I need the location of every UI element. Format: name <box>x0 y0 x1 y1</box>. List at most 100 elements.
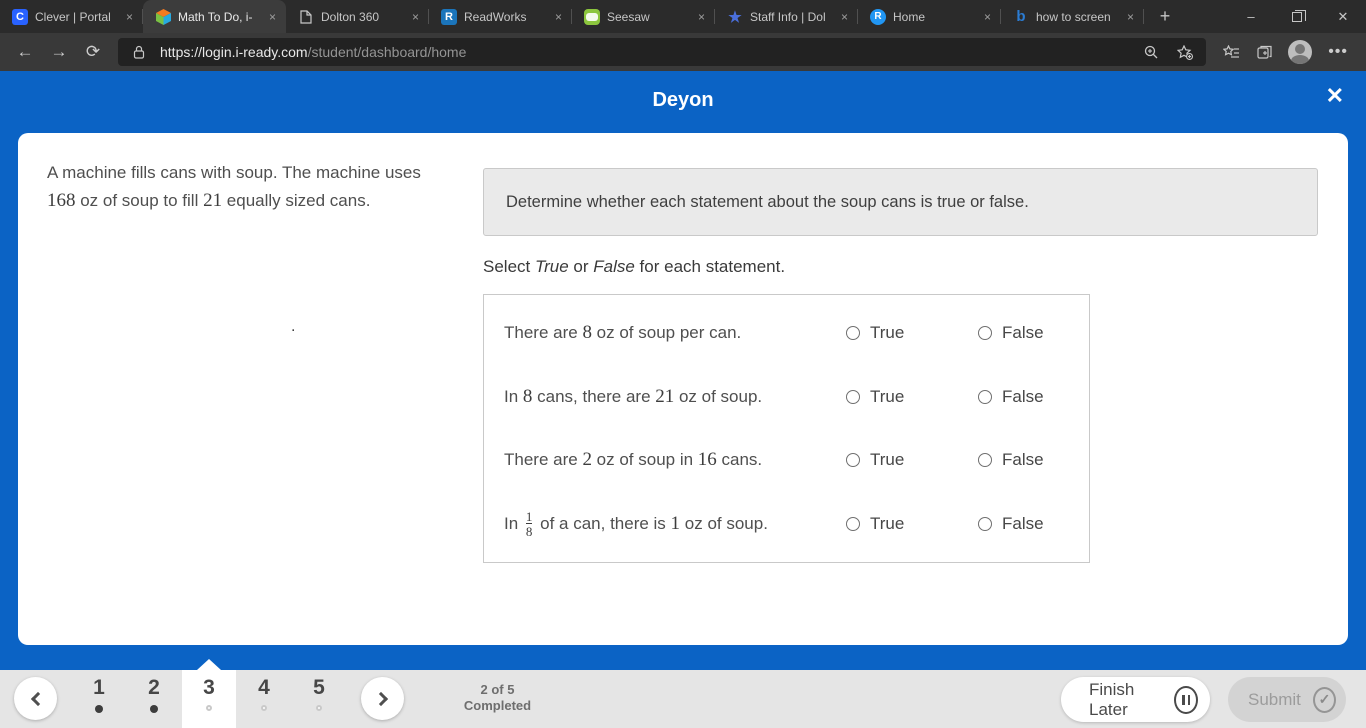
browser-tab-bar: C Clever | Portal × Math To Do, i- × Dol… <box>0 0 1366 33</box>
tab-how-to-screen[interactable]: b how to screen × <box>1001 0 1144 33</box>
open-dot-icon <box>206 705 212 711</box>
select-instruction: Select True or False for each statement. <box>483 257 786 276</box>
address-bar[interactable]: https://login.i-ready.com/student/dashbo… <box>118 38 1207 66</box>
true-label: True <box>870 450 905 470</box>
true-label: True <box>870 386 905 406</box>
open-dot-icon <box>261 705 267 711</box>
favorites-icon[interactable] <box>1216 37 1246 67</box>
tab-home[interactable]: R Home × <box>858 0 1001 33</box>
false-label: False <box>1002 450 1044 470</box>
iready-cube-favicon-icon <box>155 8 171 25</box>
add-favorite-icon[interactable] <box>1172 39 1198 65</box>
stray-period: . <box>291 318 296 335</box>
finish-later-button[interactable]: Finish Later <box>1061 677 1210 722</box>
progress-status: 2 of 5 Completed <box>463 682 532 713</box>
radio-true-row-4[interactable] <box>846 517 860 532</box>
tab-title: ReadWorks <box>464 9 527 24</box>
refresh-button[interactable]: ⟳ <box>78 37 108 67</box>
statement-row-1: There are 8 oz of soup per can. True Fal… <box>484 313 1089 353</box>
forward-button[interactable]: → <box>44 37 74 67</box>
tab-close-icon[interactable]: × <box>696 10 707 24</box>
fraction: 18 <box>525 509 533 540</box>
tab-close-icon[interactable]: × <box>982 10 993 24</box>
tab-title: Home <box>893 9 926 24</box>
question-card: A machine fills cans with soup. The mach… <box>18 133 1348 645</box>
tab-title: Clever | Portal <box>35 9 111 24</box>
pause-icon <box>1174 685 1198 714</box>
seesaw-favicon-icon <box>584 8 600 25</box>
tab-readworks[interactable]: R ReadWorks × <box>429 0 572 33</box>
url-text[interactable]: https://login.i-ready.com/student/dashbo… <box>160 44 1130 60</box>
collections-icon[interactable] <box>1250 37 1280 67</box>
math-number: 2 <box>582 449 592 471</box>
false-label: False <box>1002 386 1044 406</box>
zoom-icon[interactable] <box>1138 39 1164 65</box>
lesson-page: Deyon ✕ A machine fills cans with soup. … <box>0 71 1366 728</box>
clever-favicon-icon: C <box>12 8 28 25</box>
tab-math-to-do[interactable]: Math To Do, i- × <box>143 0 286 33</box>
math-number: 21 <box>655 385 675 407</box>
radio-false-row-1[interactable] <box>978 325 992 340</box>
problem-text: A machine fills cans with soup. The mach… <box>47 163 421 211</box>
minimize-button[interactable]: – <box>1228 0 1274 33</box>
chevron-right-icon <box>373 691 388 706</box>
back-button[interactable]: ← <box>10 37 40 67</box>
tab-seesaw[interactable]: Seesaw × <box>572 0 715 33</box>
question-dot-3-current[interactable]: 3 <box>182 670 236 728</box>
lock-icon <box>126 39 152 65</box>
statement-row-3: There are 2 oz of soup in 16 cans. True … <box>484 440 1089 480</box>
url-path: /student/dashboard/home <box>307 44 467 60</box>
new-tab-button[interactable]: + <box>1150 0 1180 33</box>
radio-true-row-2[interactable] <box>846 389 860 404</box>
tab-title: Staff Info | Dol <box>750 9 826 24</box>
radio-true-row-1[interactable] <box>846 325 860 340</box>
math-number: 8 <box>522 385 533 407</box>
tab-close-icon[interactable]: × <box>1125 10 1136 24</box>
radio-false-row-2[interactable] <box>978 389 992 404</box>
question-dot-4[interactable]: 4 <box>237 670 291 728</box>
student-name-title: Deyon <box>652 89 714 111</box>
math-number: 8 <box>582 321 592 343</box>
radio-true-row-3[interactable] <box>846 453 860 468</box>
tab-title: how to screen <box>1036 9 1111 24</box>
completed-dot-icon <box>95 705 103 713</box>
document-favicon-icon <box>298 9 314 25</box>
tab-dolton-360[interactable]: Dolton 360 × <box>286 0 429 33</box>
math-number: 21 <box>203 190 223 211</box>
tab-close-icon[interactable]: × <box>839 10 850 24</box>
question-dot-2[interactable]: 2 <box>127 670 181 728</box>
prev-question-button[interactable] <box>14 677 57 720</box>
profile-avatar[interactable] <box>1288 40 1313 64</box>
bing-favicon-icon: b <box>1016 8 1026 25</box>
question-dot-5[interactable]: 5 <box>292 670 346 728</box>
close-lesson-icon[interactable]: ✕ <box>1326 83 1344 109</box>
math-number: 16 <box>697 449 717 471</box>
statement-row-4: In 18 of a can, there is 1 oz of soup. T… <box>484 504 1089 544</box>
tab-close-icon[interactable]: × <box>553 10 564 24</box>
restore-icon <box>1292 9 1306 22</box>
open-dot-icon <box>316 705 322 711</box>
statement-text: There are 2 oz of soup in 16 cans. <box>504 449 763 471</box>
radio-false-row-3[interactable] <box>978 453 992 468</box>
submit-button[interactable]: Submit ✓ <box>1228 677 1346 722</box>
readworks-favicon-icon: R <box>441 8 457 25</box>
true-label: True <box>870 322 905 342</box>
menu-ellipsis-icon[interactable]: ••• <box>1320 43 1356 61</box>
next-question-button[interactable] <box>361 677 404 720</box>
tab-close-icon[interactable]: × <box>410 10 421 24</box>
radio-false-row-4[interactable] <box>978 517 992 532</box>
restore-button[interactable] <box>1274 0 1320 33</box>
tab-staff-info[interactable]: ★ Staff Info | Dol × <box>715 0 858 33</box>
question-dot-1[interactable]: 1 <box>72 670 126 728</box>
prompt-box: Determine whether each statement about t… <box>483 168 1318 236</box>
home-favicon-icon: R <box>870 8 886 25</box>
tab-title: Seesaw <box>607 9 650 24</box>
true-false-table: There are 8 oz of soup per can. True Fal… <box>483 294 1090 563</box>
statement-row-2: In 8 cans, there are 21 oz of soup. True… <box>484 377 1089 417</box>
tab-close-icon[interactable]: × <box>267 10 278 24</box>
false-label: False <box>1002 322 1044 342</box>
close-window-button[interactable]: ✕ <box>1320 0 1366 33</box>
completed-dot-icon <box>150 705 158 713</box>
tab-close-icon[interactable]: × <box>124 10 135 24</box>
tab-clever-portal[interactable]: C Clever | Portal × <box>0 0 143 33</box>
